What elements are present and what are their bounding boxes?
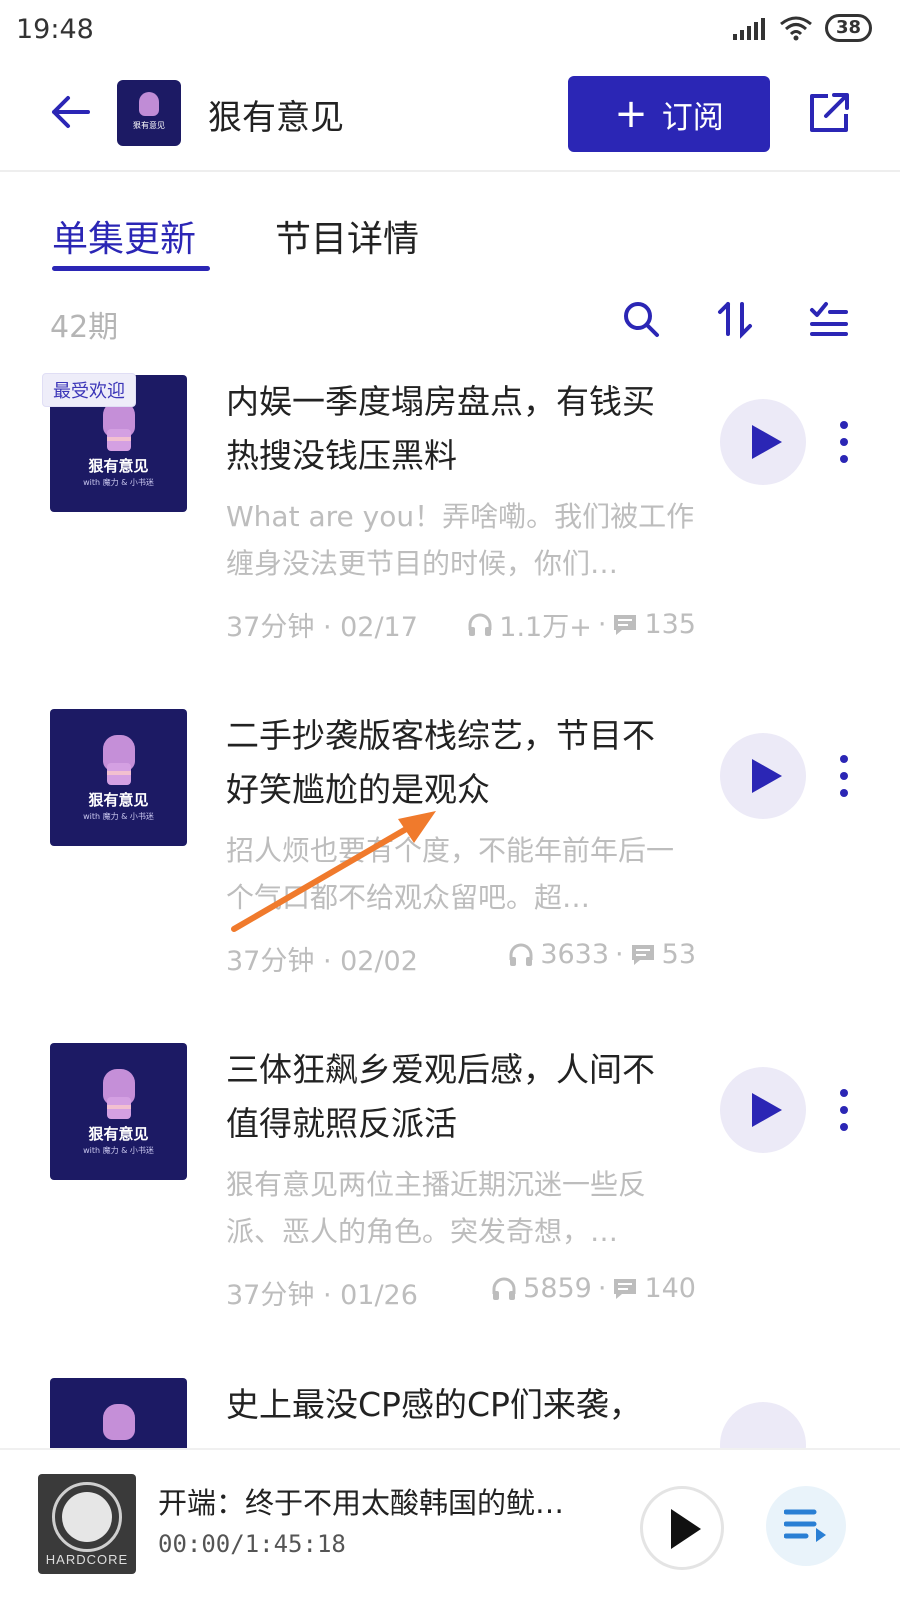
popular-badge: 最受欢迎 [42,373,136,407]
tab-bar: 单集更新 节目详情 [0,170,900,280]
more-options-icon[interactable] [838,1087,850,1133]
mini-player[interactable]: HARDCORE 开端：终于不用太酸韩国的鱿… 00:00/1:45:18 [0,1448,900,1602]
play-count: 1.1万+ [499,612,592,643]
tab-episodes[interactable]: 单集更新 [52,210,196,262]
battery-indicator: 38 [824,14,872,42]
episode-item[interactable]: 狠有意见 with 魔力 & 小书迷 二手抄袭版客栈综艺，节目不好笑尴尬的是观众… [0,709,900,1049]
cover-name: 狠有意见 [88,457,149,475]
player-cover: HARDCORE [38,1474,136,1574]
episode-cover [50,1378,187,1448]
subscribe-label: 订阅 [661,99,724,136]
headphones-icon [509,943,533,966]
episode-meta: 37分钟 · 02/17 1.1万+ · 135 [226,605,696,645]
player-play-button[interactable] [640,1486,724,1570]
plus-icon: + [614,91,648,137]
episode-duration-date: 37分钟 · 01/26 [226,1280,418,1311]
headphones-icon [468,613,492,636]
playlist-button[interactable] [766,1486,846,1566]
episode-meta: 37分钟 · 01/26 5859 · 140 [226,1273,696,1313]
wifi-icon [780,16,812,41]
header: 狠有意见 狠有意见 + 订阅 [0,62,900,172]
separator-dot: · [597,609,607,640]
podcast-title: 狠有意见 [208,98,344,138]
batch-select-icon[interactable] [808,298,850,340]
headphones-icon [492,1277,516,1300]
episode-stats: 3633 · 53 [508,939,696,970]
comment-icon [631,944,654,965]
play-button[interactable] [720,733,806,819]
more-options-icon[interactable] [838,419,850,465]
subscribe-button[interactable]: + 订阅 [568,76,770,152]
episode-description: What are you！弄啥嘞。我们被工作缠身没法更节目的时候，你们… [226,500,695,580]
gorilla-face-icon [62,1492,112,1542]
sort-icon[interactable] [714,298,756,340]
play-count: 5859 [523,1273,592,1304]
podcast-cover-text: 狠有意见 [133,121,165,130]
cover-subtitle: with 魔力 & 小书迷 [83,478,154,487]
episode-cover: 狠有意见 with 魔力 & 小书迷 [50,709,187,846]
episode-stats: 1.1万+ · 135 [467,605,696,644]
play-icon [671,1509,701,1549]
cover-subtitle: with 魔力 & 小书迷 [83,812,154,821]
play-icon [752,1093,782,1127]
episode-description: 狠有意见两位主播近期沉迷一些反派、恶人的角色。突发奇想，… [226,1168,647,1248]
episode-duration-date: 37分钟 · 02/17 [226,612,418,643]
hippo-mascot-icon [139,92,159,116]
episode-description: 招人烦也要有个度，不能年前年后一个气口都不给观众留吧。超… [226,834,675,914]
episode-meta: 37分钟 · 02/02 3633 · 53 [226,939,696,979]
list-toolbar: 42期 [0,290,900,350]
hippo-stripe [107,771,131,775]
tab-active-indicator [52,266,210,271]
cover-subtitle: with 魔力 & 小书迷 [83,1146,154,1155]
episode-item[interactable]: 狠有意见 with 魔力 & 小书迷 三体狂飙乡爱观后感，人间不值得就照反派活 … [0,1043,900,1383]
episode-item[interactable]: 史上最没CP感的CP们来袭， [0,1378,900,1448]
signal-icon [732,18,765,40]
hippo-stripe [107,1105,131,1109]
episode-count: 42期 [50,310,119,345]
hippo-mascot-icon [103,1404,135,1440]
play-icon [752,759,782,793]
more-options-icon[interactable] [838,753,850,799]
episode-item[interactable]: 狠有意见 with 魔力 & 小书迷 最受欢迎 内娱一季度塌房盘点，有钱买热搜没… [0,373,900,715]
player-title: 开端：终于不用太酸韩国的鱿… [158,1486,565,1520]
status-icons: 38 [732,14,872,42]
player-time: 00:00/1:45:18 [158,1530,346,1558]
episode-title[interactable]: 三体狂飙乡爱观后感，人间不值得就照反派活 [226,1043,676,1151]
episode-stats: 5859 · 140 [491,1273,696,1304]
hippo-stripe [107,437,131,441]
podcast-cover: 狠有意见 [117,80,181,146]
comment-count: 140 [644,1273,696,1304]
play-count: 3633 [540,939,610,970]
comment-icon [614,614,637,635]
cover-name: 狠有意见 [88,1125,149,1143]
play-button[interactable] [720,1067,806,1153]
comment-count: 53 [661,939,696,970]
share-icon[interactable] [806,90,852,136]
search-icon[interactable] [620,298,662,340]
play-icon [752,425,782,459]
comment-icon [614,1278,637,1299]
back-arrow-icon[interactable] [48,90,92,134]
status-bar: 19:48 38 [0,0,900,62]
play-button[interactable] [720,399,806,485]
playlist-icon [784,1509,826,1542]
play-button[interactable] [720,1402,806,1448]
episode-title[interactable]: 内娱一季度塌房盘点，有钱买热搜没钱压黑料 [226,375,676,483]
status-time: 19:48 [16,14,94,45]
episode-cover: 狠有意见 with 魔力 & 小书迷 [50,1043,187,1180]
episode-duration-date: 37分钟 · 02/02 [226,946,418,977]
player-cover-text: HARDCORE [45,1552,129,1567]
separator-dot: · [615,939,624,970]
episode-title[interactable]: 二手抄袭版客栈综艺，节目不好笑尴尬的是观众 [226,709,676,817]
tab-details[interactable]: 节目详情 [275,210,419,262]
cover-name: 狠有意见 [88,791,149,809]
comment-count: 135 [644,609,696,640]
separator-dot: · [597,1273,607,1304]
episode-title[interactable]: 史上最没CP感的CP们来袭， [226,1378,676,1432]
